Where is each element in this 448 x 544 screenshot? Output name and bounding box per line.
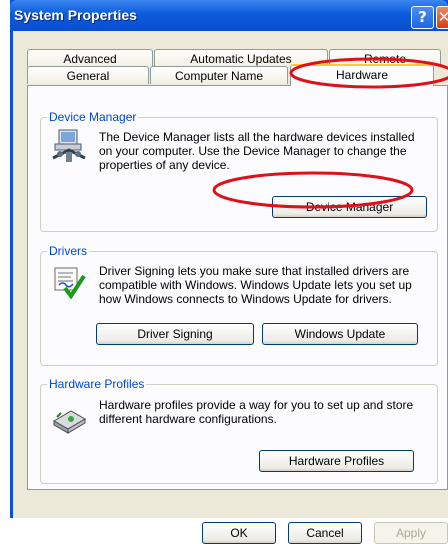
- drivers-group: Drivers Driver Signing lets you make sur…: [40, 244, 438, 366]
- hardware-profiles-button[interactable]: Hardware Profiles: [259, 450, 414, 472]
- hardware-profiles-group: Hardware Profiles Hardware profiles prov…: [40, 377, 438, 484]
- device-manager-description: The Device Manager lists all the hardwar…: [99, 130, 415, 172]
- tab-general[interactable]: General: [27, 66, 149, 84]
- dialog-client-area: Advanced Automatic Updates Remote Genera…: [13, 31, 448, 544]
- window-title: System Properties: [14, 7, 137, 23]
- drivers-group-label: Drivers: [47, 244, 89, 258]
- apply-button: Apply: [374, 522, 448, 544]
- title-bar[interactable]: System Properties ? ✕: [10, 0, 448, 31]
- device-manager-button[interactable]: Device Manager: [272, 196, 427, 218]
- close-icon: ✕: [438, 8, 448, 26]
- close-button[interactable]: ✕: [436, 6, 448, 29]
- hardware-tab-page: Device Manager The Device Manager lists …: [27, 85, 448, 490]
- system-properties-window: System Properties ? ✕ Advanced Automatic…: [10, 0, 448, 544]
- device-manager-group: Device Manager The Device Manager lists …: [40, 110, 438, 232]
- tab-advanced[interactable]: Advanced: [27, 49, 153, 67]
- driver-signing-button[interactable]: Driver Signing: [96, 323, 254, 345]
- device-manager-group-label: Device Manager: [47, 110, 139, 124]
- tab-hardware[interactable]: Hardware: [290, 64, 434, 86]
- drivers-description: Driver Signing lets you make sure that i…: [99, 264, 412, 306]
- ok-button[interactable]: OK: [202, 522, 276, 544]
- hardware-profiles-icon: [51, 401, 87, 437]
- hardware-profiles-group-label: Hardware Profiles: [47, 377, 147, 391]
- windows-update-button[interactable]: Windows Update: [262, 323, 418, 345]
- tab-computer-name[interactable]: Computer Name: [150, 66, 288, 84]
- cancel-button[interactable]: Cancel: [288, 522, 362, 544]
- device-manager-icon: [51, 128, 87, 164]
- driver-signing-icon: [51, 264, 87, 300]
- hardware-profiles-description: Hardware profiles provide a way for you …: [99, 398, 414, 426]
- help-button[interactable]: ?: [411, 6, 434, 29]
